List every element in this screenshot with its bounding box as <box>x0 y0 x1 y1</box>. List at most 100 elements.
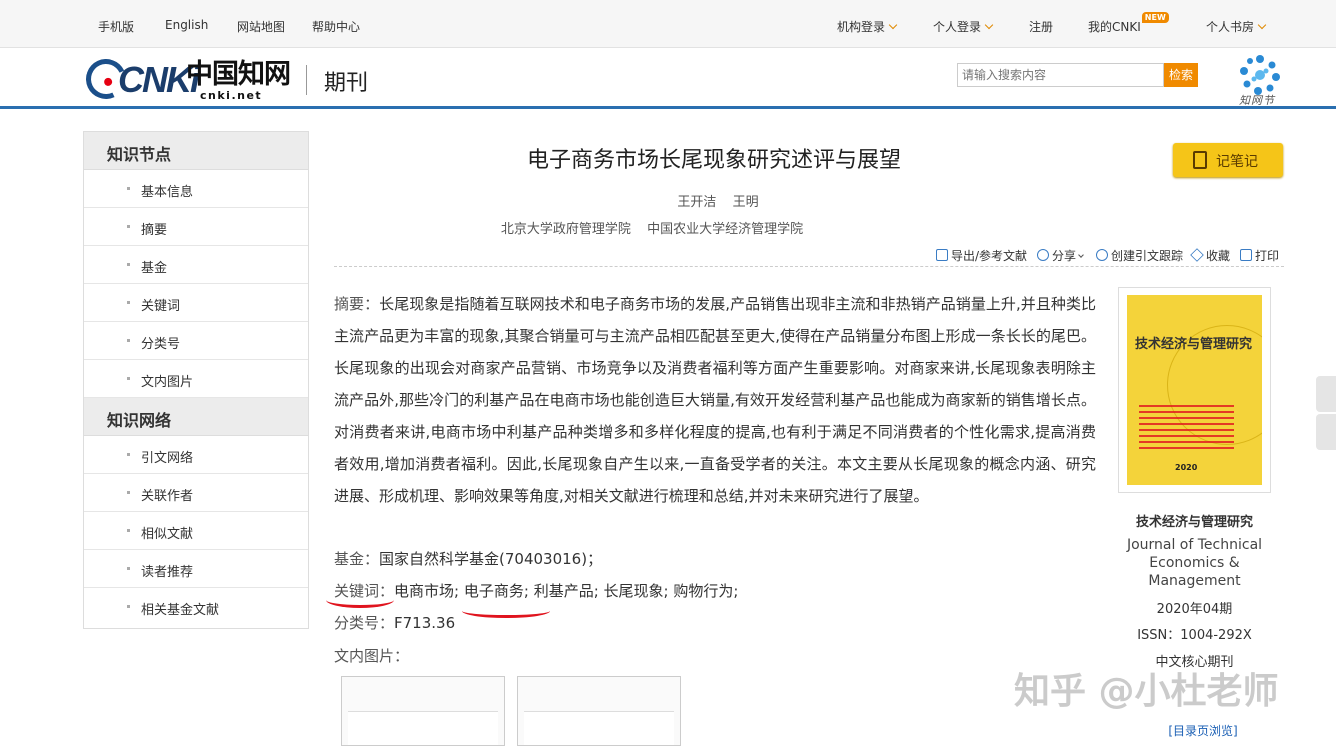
org-link[interactable]: 中国农业大学经济管理学院 <box>647 222 803 237</box>
journal-issue-link[interactable]: 2020年04期 <box>1118 598 1271 617</box>
edit-tab[interactable] <box>1316 414 1336 450</box>
chevron-down-icon <box>888 20 898 30</box>
cnki-logo-cn: 中国知网 <box>186 59 291 90</box>
figures-line: 文内图片： <box>334 645 409 666</box>
classification-line: 分类号：F713.36 <box>334 612 455 633</box>
search-input[interactable] <box>957 63 1164 87</box>
sidebar-item-fund[interactable]: 基金 <box>84 246 308 284</box>
print-label: 打印 <box>1255 249 1280 263</box>
sidebar-item-classification[interactable]: 分类号 <box>84 322 308 360</box>
header-divider <box>306 65 307 95</box>
org-link[interactable]: 北京大学政府管理学院 <box>501 222 631 237</box>
sidebar-item-basic-info[interactable]: 基本信息 <box>84 170 308 208</box>
citation-tracking-label: 创建引文跟踪 <box>1111 249 1184 263</box>
personal-login-menu[interactable]: 个人登录 <box>933 18 994 35</box>
take-note-label: 记笔记 <box>1216 154 1258 170</box>
keyword-link[interactable]: 电子商务; <box>464 582 529 600</box>
journal-cover-year: 2020 <box>1175 463 1198 472</box>
english-link[interactable]: English <box>165 18 208 32</box>
author-link[interactable]: 王开洁 <box>677 195 716 210</box>
favorite-label: 收藏 <box>1206 249 1231 263</box>
star-icon <box>1190 248 1204 262</box>
article-toolbar: 导出/参考文献 分享 创建引文跟踪 收藏 打印 <box>334 245 1284 267</box>
author-link[interactable]: 王明 <box>733 195 759 210</box>
bell-icon <box>1096 249 1108 261</box>
fund-link[interactable]: 国家自然科学基金(70403016)； <box>379 550 602 568</box>
help-link[interactable]: 帮助中心 <box>312 18 360 35</box>
sidebar-item-related-fund-docs[interactable]: 相关基金文献 <box>84 588 308 626</box>
org-list: 北京大学政府管理学院 中国农业大学经济管理学院 <box>334 218 970 237</box>
keyword-link[interactable]: 购物行为; <box>673 582 738 600</box>
share-button[interactable]: 分享 <box>1037 247 1084 264</box>
print-button[interactable]: 打印 <box>1240 247 1279 264</box>
chevron-down-icon <box>1078 252 1084 258</box>
zhiwang-logo-text: 知网节 <box>1239 94 1275 107</box>
red-underline-annotation <box>462 604 550 618</box>
my-cnki-link[interactable]: 我的CNKI NEW <box>1088 12 1169 35</box>
favorite-button[interactable]: 收藏 <box>1190 247 1231 264</box>
keyword-link[interactable]: 利基产品; <box>534 582 599 600</box>
journal-name-en: Journal of Technical Economics & Managem… <box>1126 537 1263 589</box>
abstract-text: 长尾现象是指随着互联网技术和电子商务市场的发展,产品销售出现非主流和非热销产品销… <box>334 295 1096 505</box>
journal-name-link[interactable]: 技术经济与管理研究 <box>1118 511 1271 530</box>
toc-browse-link[interactable]: [目录页浏览] <box>1118 722 1288 739</box>
classification-code: F713.36 <box>394 614 456 632</box>
abstract-label: 摘要： <box>334 295 380 313</box>
keywords-line: 关键词：电商市场; 电子商务; 利基产品; 长尾现象; 购物行为; <box>334 580 738 601</box>
site-header: CNKi 中国知网 cnki.net 期刊 检索 <box>0 49 1336 109</box>
register-link[interactable]: 注册 <box>1029 18 1053 35</box>
sidebar-item-similar-docs[interactable]: 相似文献 <box>84 512 308 550</box>
sidebar-item-reader-recommend[interactable]: 读者推荐 <box>84 550 308 588</box>
take-note-button[interactable]: 记笔记 <box>1173 143 1283 177</box>
sidebar-group-knowledge-network: 知识网络 <box>84 398 308 436</box>
bookroom-label: 个人书房 <box>1206 20 1255 34</box>
keyword-link[interactable]: 电商市场; <box>394 582 459 600</box>
figure-thumbnail[interactable] <box>341 676 505 746</box>
sidebar-item-figures[interactable]: 文内图片 <box>84 360 308 398</box>
journal-issn: ISSN：1004-292X <box>1137 628 1252 643</box>
author-list: 王开洁 王明 <box>334 191 890 210</box>
institution-login-menu[interactable]: 机构登录 <box>837 18 898 35</box>
figure-thumbnail[interactable] <box>517 676 681 746</box>
personal-login-label: 个人登录 <box>933 20 982 34</box>
sitemap-link[interactable]: 网站地图 <box>237 18 285 35</box>
section-title: 期刊 <box>324 71 369 96</box>
cnki-logo-url: cnki.net <box>200 89 263 102</box>
share-label: 分享 <box>1052 249 1077 263</box>
share-icon <box>1037 249 1049 261</box>
export-icon <box>936 249 948 261</box>
keyword-link[interactable]: 长尾现象; <box>604 582 669 600</box>
journal-cover-title: 技术经济与管理研究 <box>1135 337 1253 352</box>
notebook-icon <box>1193 151 1207 169</box>
export-reference-button[interactable]: 导出/参考文献 <box>936 247 1027 264</box>
printer-icon <box>1240 249 1252 261</box>
my-cnki-label: 我的CNKI <box>1088 20 1141 34</box>
bookroom-menu[interactable]: 个人书房 <box>1206 18 1267 35</box>
new-badge: NEW <box>1141 12 1169 23</box>
feedback-tab[interactable] <box>1316 376 1336 412</box>
sidebar-item-citation-network[interactable]: 引文网络 <box>84 436 308 474</box>
sidebar-group-knowledge-node: 知识节点 <box>84 132 308 170</box>
fund-label: 基金： <box>334 550 380 568</box>
figures-label: 文内图片： <box>334 647 410 665</box>
sidebar-item-keywords[interactable]: 关键词 <box>84 284 308 322</box>
sidebar-item-abstract[interactable]: 摘要 <box>84 208 308 246</box>
abstract-block: 摘要：长尾现象是指随着互联网技术和电子商务市场的发展,产品销售出现非主流和非热销… <box>334 288 1096 512</box>
export-label: 导出/参考文献 <box>951 249 1028 263</box>
article-title: 电子商务市场长尾现象研究述评与展望 <box>526 148 901 173</box>
sidebar-item-related-authors[interactable]: 关联作者 <box>84 474 308 512</box>
mobile-link[interactable]: 手机版 <box>98 18 134 35</box>
sidebar: 知识节点 基本信息 摘要 基金 关键词 分类号 文内图片 知识网络 引文网络 关… <box>83 131 309 629</box>
top-bar: 手机版 English 网站地图 帮助中心 机构登录 个人登录 注册 我的CNK… <box>0 0 1336 48</box>
watermark: 知乎 @小杜老师 <box>1014 671 1279 712</box>
fund-line: 基金：国家自然科学基金(70403016)； <box>334 548 602 569</box>
search-button[interactable]: 检索 <box>1164 63 1198 87</box>
journal-cover-image: 技术经济与管理研究 2020 <box>1127 295 1262 485</box>
chevron-down-icon <box>1257 20 1267 30</box>
chevron-down-icon <box>984 20 994 30</box>
citation-tracking-button[interactable]: 创建引文跟踪 <box>1096 247 1183 264</box>
journal-cover[interactable]: 技术经济与管理研究 2020 <box>1118 287 1271 493</box>
red-underline-annotation <box>326 592 394 608</box>
institution-login-label: 机构登录 <box>837 20 886 34</box>
classification-label: 分类号： <box>334 614 395 632</box>
